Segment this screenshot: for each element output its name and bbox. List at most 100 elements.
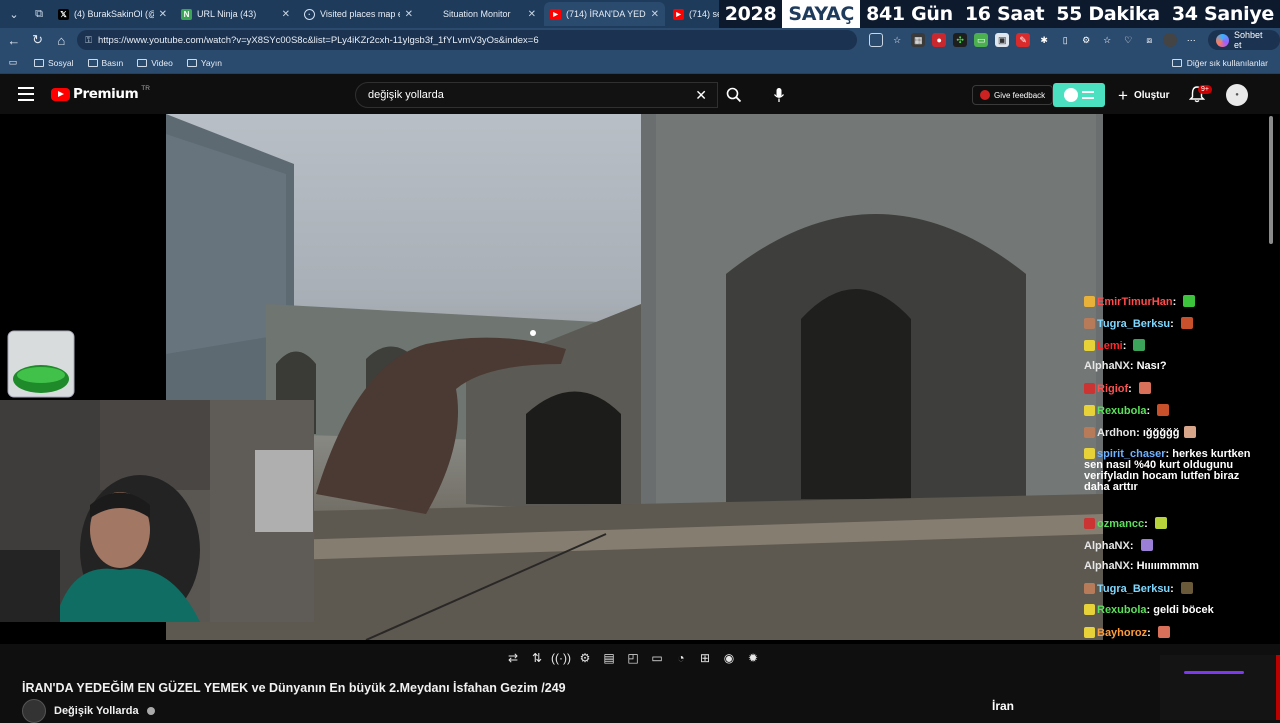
countdown-overlay: 2028 SAYAÇ 841 Gün 16 Saat 55 Dakika 34 … [718, 0, 1280, 28]
topic-chip[interactable]: İran [982, 692, 1160, 720]
loop-icon[interactable]: ⇄ [505, 650, 521, 666]
chat-emote-icon [1183, 295, 1196, 307]
voice-search-button[interactable] [768, 84, 790, 106]
give-feedback-button[interactable]: Give feedback [972, 85, 1054, 105]
favorites-icon[interactable]: ☆ [1100, 33, 1114, 47]
youtube-premium-logo[interactable]: Premium TR [51, 85, 150, 102]
chat-message: Tugra_Berksu: [1084, 317, 1264, 330]
streamer-webcam [0, 400, 314, 622]
favorite-star-icon[interactable]: ☆ [890, 33, 904, 47]
more-menu-icon[interactable]: ⋯ [1184, 33, 1198, 47]
create-button[interactable]: + Oluştur [1118, 85, 1170, 105]
close-tab-icon[interactable]: ✕ [282, 9, 290, 20]
clear-search-icon[interactable]: ✕ [695, 87, 707, 104]
chat-username[interactable]: ozmancc [1097, 518, 1144, 530]
extension-grid-icon[interactable]: ▦ [911, 33, 926, 47]
sort-icon[interactable]: ⇅ [529, 650, 545, 666]
miniplayer-icon[interactable]: ◰ [625, 650, 641, 666]
hamburger-menu-icon[interactable] [18, 87, 34, 101]
search-button[interactable] [718, 82, 750, 108]
back-arrow-icon[interactable]: ← [2, 28, 26, 52]
close-tab-icon[interactable]: ✕ [651, 9, 659, 20]
workspaces-icon[interactable]: ⧉ [28, 3, 50, 25]
address-bar[interactable]: ⚿ https://www.youtube.com/watch?v=yX8SYc… [77, 30, 858, 50]
extension-lime-icon[interactable]: ▭ [974, 33, 989, 47]
video-player[interactable]: EmirTimurHan: Tugra_Berksu: Lemi: AlphaN… [0, 114, 1280, 644]
browser-tab-5-active[interactable]: ▶ (714) İRAN'DA YEDEĞİM ✕ [544, 2, 665, 26]
chat-username[interactable]: Rexubola [1097, 405, 1147, 417]
counter-days: 841 Gün [866, 3, 953, 25]
sidebar-icon[interactable]: ▯ [1058, 33, 1072, 47]
chat-username[interactable]: Ardhon [1097, 427, 1136, 439]
counter-year: 2028 [724, 3, 777, 25]
extension-pen-icon[interactable]: ✎ [1016, 33, 1031, 47]
downloads-icon[interactable]: ⧈ [1142, 33, 1156, 47]
chat-username[interactable]: Tugra_Berksu [1097, 583, 1170, 595]
copilot-chat-button[interactable]: Sohbet et [1208, 30, 1280, 50]
chat-username[interactable]: AlphaNX [1084, 560, 1130, 572]
close-tab-icon[interactable]: ✕ [405, 9, 413, 20]
subtitles-settings-icon[interactable]: ⚙ [577, 650, 593, 666]
counter-minutes: 55 Dakika [1056, 3, 1160, 25]
browser-tab-1[interactable]: 𝕏 (4) BurakSakinOl (@bu ✕ [52, 2, 173, 26]
chat-message: Rexubola: [1084, 404, 1264, 417]
chat-username[interactable]: Rigiof [1097, 383, 1128, 395]
other-favorites[interactable]: Diğer sık kullanılanlar [1171, 52, 1268, 74]
reload-icon[interactable]: ↻ [26, 28, 50, 52]
chat-message: spirit_chaser: herkes kurtken sen nasıl … [1084, 448, 1251, 493]
chat-username[interactable]: Lemi [1097, 340, 1123, 352]
search-input[interactable]: değişik yollarda ✕ [355, 82, 718, 108]
tab-title: Situation Monitor [443, 9, 511, 19]
bookmark-folder-sosyal[interactable]: Sosyal [34, 58, 74, 68]
browser-tab-4[interactable]: Situation Monitor ✕ [421, 2, 542, 26]
chat-message: AlphaNX: Nası? [1084, 360, 1167, 372]
close-tab-icon[interactable]: ✕ [528, 9, 536, 20]
settings-icon[interactable]: ⚙ [1079, 33, 1093, 47]
bookmark-folder-basin[interactable]: Basın [87, 58, 123, 68]
extension-toggle-button[interactable] [1053, 83, 1105, 107]
extensions-puzzle-icon[interactable]: ✱ [1037, 33, 1051, 47]
chat-username[interactable]: Bayhoroz [1097, 627, 1147, 639]
bookmark-label: Video [151, 57, 173, 68]
channel-avatar[interactable] [22, 699, 46, 723]
extension-image-icon[interactable]: ▣ [995, 33, 1010, 47]
site-info-icon[interactable]: ⚿ [85, 35, 92, 46]
split-screen-icon[interactable] [869, 33, 884, 47]
chat-badge-icon [1084, 318, 1095, 329]
collections-icon[interactable]: ♡ [1121, 33, 1135, 47]
add-clip-icon[interactable]: ⊞ [697, 650, 713, 666]
page-scrollbar[interactable] [1269, 116, 1273, 244]
browser-tab-2[interactable]: N URL Ninja (43) ✕ [175, 2, 296, 26]
chat-username[interactable]: Rexubola [1097, 604, 1147, 616]
suggestion-thumbnail[interactable] [1160, 655, 1280, 720]
bookmark-folder-yayin[interactable]: Yayın [186, 58, 222, 68]
ambient-mode-icon[interactable]: ((·)) [551, 650, 571, 666]
speed-icon[interactable]: ◔ [673, 650, 689, 666]
tab-actions-icon[interactable]: ▭ [6, 56, 20, 70]
browser-tab-3[interactable]: · Visited places map edi ✕ [298, 2, 419, 26]
bookmark-folder-video[interactable]: Video [137, 58, 173, 68]
chat-badge-icon [1084, 518, 1095, 529]
settings-gear-icon[interactable]: ✹ [745, 650, 761, 666]
clapperboard-icon[interactable]: ▤ [601, 650, 617, 666]
chat-message: Ardhon: ığğğğğ [1084, 426, 1264, 439]
close-tab-icon[interactable]: ✕ [159, 9, 167, 20]
search-value: değişik yollarda [368, 89, 444, 101]
chat-username[interactable]: Tugra_Berksu [1097, 318, 1170, 330]
theater-icon[interactable]: ▭ [649, 650, 665, 666]
chat-badge-icon [1084, 627, 1095, 638]
user-avatar[interactable]: ● [1226, 84, 1248, 106]
feedback-icon [980, 90, 990, 100]
extension-red-icon[interactable]: ● [932, 33, 947, 47]
channel-name[interactable]: Değişik Yollarda [54, 705, 139, 717]
chat-username[interactable]: EmirTimurHan [1097, 296, 1173, 308]
extension-green-icon[interactable]: ✣ [953, 33, 968, 47]
browser-toolbar: ← ↻ ⌂ ⚿ https://www.youtube.com/watch?v=… [0, 28, 1280, 52]
chat-badge-icon [1084, 604, 1095, 615]
tab-list-chevron-icon[interactable]: ⌄ [3, 3, 25, 25]
home-icon[interactable]: ⌂ [49, 28, 73, 52]
chat-username[interactable]: AlphaNX [1084, 540, 1130, 552]
chat-username[interactable]: AlphaNX [1084, 360, 1130, 372]
profile-avatar[interactable] [1163, 33, 1178, 47]
screenshot-icon[interactable]: ◉ [721, 650, 737, 666]
